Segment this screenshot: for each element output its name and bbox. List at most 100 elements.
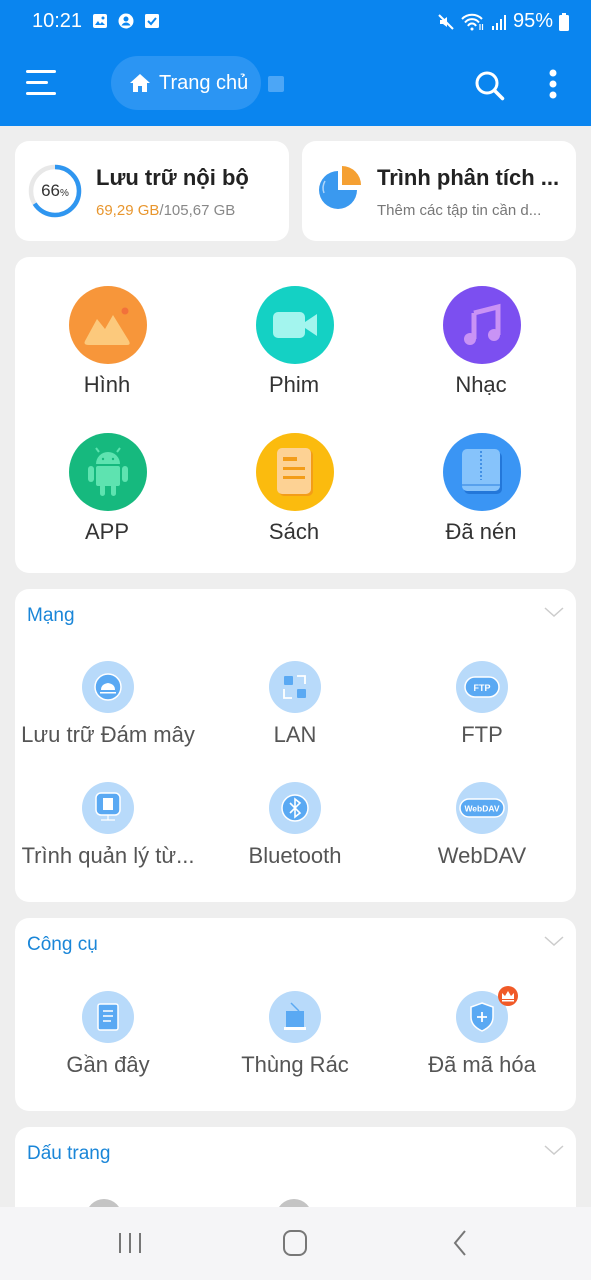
music-icon xyxy=(464,303,501,345)
back-button[interactable] xyxy=(441,1227,481,1259)
chevron-down-icon[interactable] xyxy=(544,934,564,948)
tool-circle: WebDAV xyxy=(456,782,508,834)
category-apps[interactable]: APP xyxy=(32,433,182,553)
category-label: Sách xyxy=(268,519,320,544)
system-nav-bar xyxy=(0,1207,591,1280)
chevron-down-icon[interactable] xyxy=(544,605,564,619)
category-images[interactable]: Hình xyxy=(32,286,182,406)
ftp-icon: FTP xyxy=(464,676,500,698)
app-bar: Trang chủ xyxy=(0,50,591,116)
menu-line xyxy=(26,81,48,84)
tool-circle: FTP xyxy=(456,661,508,713)
lan-icon xyxy=(283,675,306,699)
tools-section: Công cụ Gần đây Thùng Rác Đã mã hóa xyxy=(15,918,576,1111)
android-icon xyxy=(88,447,128,496)
signal-icon xyxy=(491,14,506,30)
home-icon xyxy=(130,74,150,92)
tool-label: LAN xyxy=(273,722,317,747)
document-icon xyxy=(268,76,284,92)
category-videos[interactable]: Phim xyxy=(219,286,369,406)
mute-icon xyxy=(438,13,454,30)
more-options-icon[interactable] xyxy=(540,68,566,100)
encrypted-shield-icon xyxy=(470,1002,494,1032)
home-button[interactable] xyxy=(275,1227,315,1259)
category-archives[interactable]: Đã nén xyxy=(406,433,556,553)
book-icon xyxy=(277,448,313,496)
pie-chart-icon xyxy=(319,166,361,209)
cloud-icon xyxy=(94,673,122,701)
category-music[interactable]: Nhạc xyxy=(406,286,556,406)
category-circle xyxy=(69,433,147,511)
menu-line xyxy=(26,92,56,95)
storage-percent-value: 66 xyxy=(41,181,60,200)
status-time: 10:21 xyxy=(32,10,83,32)
category-label: Phim xyxy=(268,372,320,397)
storage-title: Lưu trữ nội bộ xyxy=(96,165,249,190)
tool-circle xyxy=(269,782,321,834)
storage-usage: 69,29 GB/105,67 GB xyxy=(96,202,235,219)
network-remote-manager[interactable]: Trình quản lý từ... xyxy=(15,782,201,892)
svg-text:FTP: FTP xyxy=(474,683,491,693)
category-circle xyxy=(256,286,334,364)
image-icon xyxy=(84,307,130,345)
storage-total: 105,67 GB xyxy=(163,202,236,219)
status-bar: 10:21 95% xyxy=(0,0,591,45)
network-cloud-storage[interactable]: Lưu trữ Đám mây xyxy=(15,661,201,771)
tool-label: FTP xyxy=(461,722,503,747)
tool-trash[interactable]: Thùng Rác xyxy=(202,991,388,1101)
tool-recent[interactable]: Gần đây xyxy=(15,991,201,1101)
network-lan[interactable]: LAN xyxy=(202,661,388,771)
network-ftp[interactable]: FTP FTP xyxy=(389,661,575,771)
breadcrumb-home[interactable]: Trang chủ xyxy=(111,56,261,110)
recents-button[interactable] xyxy=(111,1227,151,1259)
category-circle xyxy=(443,286,521,364)
tools-section-title[interactable]: Công cụ xyxy=(27,934,98,956)
network-webdav[interactable]: WebDAV WebDAV xyxy=(389,782,575,892)
tool-circle xyxy=(82,661,134,713)
storage-used: 69,29 GB xyxy=(96,202,160,219)
network-bluetooth[interactable]: Bluetooth xyxy=(202,782,388,892)
video-icon xyxy=(273,312,317,338)
tool-encrypted[interactable]: Đã mã hóa xyxy=(389,986,575,1101)
status-right: 95% xyxy=(437,10,569,33)
category-books[interactable]: Sách xyxy=(219,433,369,553)
tool-label: Lưu trữ Đám mây xyxy=(21,722,195,747)
battery-percent: 95% xyxy=(512,10,553,32)
chevron-down-icon[interactable] xyxy=(544,1143,564,1157)
analyzer-card[interactable]: Trình phân tích ... Thêm các tập tin cần… xyxy=(302,141,576,241)
network-section-title[interactable]: Mạng xyxy=(27,605,75,627)
bluetooth-icon xyxy=(281,794,309,822)
tool-label: Gần đây xyxy=(66,1052,150,1077)
analyzer-title: Trình phân tích ... xyxy=(377,165,560,190)
category-label: APP xyxy=(84,519,130,544)
tool-label: WebDAV xyxy=(437,843,527,868)
top-bar: 10:21 95% Trang chủ xyxy=(0,0,591,126)
recent-icon xyxy=(97,1003,119,1031)
storage-percent-sign: % xyxy=(60,187,69,199)
category-label: Đã nén xyxy=(445,519,517,544)
svg-text:WebDAV: WebDAV xyxy=(464,804,499,814)
tool-circle xyxy=(82,991,134,1043)
tool-label: Trình quản lý từ... xyxy=(21,843,195,868)
category-circle xyxy=(69,286,147,364)
category-circle xyxy=(256,433,334,511)
bookmarks-section-title[interactable]: Dấu trang xyxy=(27,1143,110,1165)
tool-circle xyxy=(269,661,321,713)
category-label: Hình xyxy=(83,372,131,397)
checkbox-icon xyxy=(145,14,159,28)
tool-circle xyxy=(82,782,134,834)
category-circle xyxy=(443,433,521,511)
tool-circle xyxy=(269,991,321,1043)
menu-line xyxy=(26,70,56,73)
image-icon xyxy=(93,14,107,28)
analyzer-subtitle: Thêm các tập tin cần d... xyxy=(377,202,542,219)
menu-button[interactable] xyxy=(26,70,60,96)
storage-percent: 66% xyxy=(27,163,83,219)
premium-crown-icon xyxy=(498,986,518,1006)
archive-icon xyxy=(462,449,502,494)
search-icon[interactable] xyxy=(474,70,506,102)
internal-storage-card[interactable]: 66% Lưu trữ nội bộ 69,29 GB/105,67 GB xyxy=(15,141,289,241)
wifi-icon xyxy=(461,13,484,30)
tool-label: Thùng Rác xyxy=(241,1052,349,1077)
remote-manager-icon xyxy=(95,792,121,821)
